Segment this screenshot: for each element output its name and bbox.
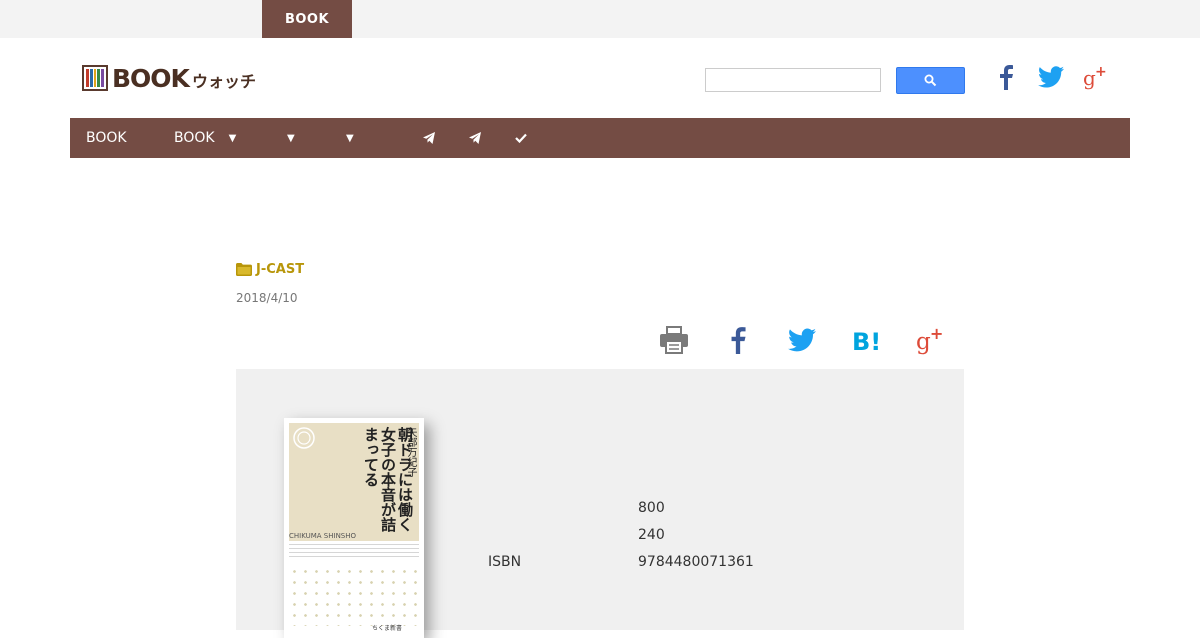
- article-date: 2018/4/10: [236, 291, 298, 305]
- cover-pattern: [289, 566, 419, 626]
- twitter-icon: [788, 328, 816, 352]
- share-print-button[interactable]: [656, 322, 692, 358]
- cover-art: 朝ドラには働く女子の本音が詰まってる: [289, 423, 419, 541]
- nav-item-dropdown-2[interactable]: ▼: [287, 118, 295, 158]
- header-google-plus-link[interactable]: g +: [1082, 62, 1110, 92]
- nav-item-telegram-1[interactable]: [423, 118, 435, 158]
- nav-item-book[interactable]: BOOK: [86, 118, 127, 158]
- svg-text:B!: B!: [852, 328, 881, 353]
- twitter-icon: [1038, 66, 1064, 88]
- google-plus-icon: g +: [916, 325, 944, 355]
- detail-pages-value: 240: [638, 527, 665, 543]
- header-twitter-link[interactable]: [1037, 62, 1065, 92]
- facebook-icon: [731, 327, 746, 354]
- dropdown-arrow-icon: ▼: [346, 132, 354, 144]
- cover-publisher: ちくま新書: [372, 625, 403, 632]
- book-cover[interactable]: 朝ドラには働く女子の本音が詰まってる 矢部万紀子 CHIKUMA SHINSHO…: [284, 418, 424, 638]
- search-button[interactable]: [896, 67, 965, 94]
- folder-icon: [236, 263, 252, 276]
- magnifier-icon: [924, 74, 937, 87]
- telegram-icon: [423, 132, 435, 144]
- nav-item-label: BOOK: [174, 130, 215, 146]
- dropdown-arrow-icon: ▼: [287, 132, 295, 144]
- publisher-emblem-icon: [293, 427, 315, 449]
- bookshelf-icon: [82, 65, 108, 91]
- google-plus-icon: g +: [1083, 64, 1107, 90]
- cover-blurb: [289, 544, 419, 560]
- detail-price-value: 800: [638, 500, 665, 516]
- main-nav: BOOK BOOK ▼ ▼ ▼: [70, 118, 1130, 158]
- logo-subtext: ウォッチ: [191, 72, 256, 91]
- top-bar: BOOK: [0, 0, 1200, 38]
- share-hatena-button[interactable]: B!: [850, 322, 884, 358]
- cover-author: 矢部万紀子: [405, 427, 416, 477]
- cover-series: CHIKUMA SHINSHO: [289, 532, 357, 540]
- search-input[interactable]: [705, 68, 881, 92]
- nav-item-telegram-2[interactable]: [469, 118, 481, 158]
- book-info-box: 朝ドラには働く女子の本音が詰まってる 矢部万紀子 CHIKUMA SHINSHO…: [236, 369, 964, 638]
- telegram-icon: [469, 132, 481, 144]
- category-label: J-CAST: [256, 262, 305, 277]
- logo-text: BOOK: [112, 63, 190, 93]
- svg-text:+: +: [930, 325, 944, 343]
- svg-text:g: g: [916, 329, 931, 355]
- nav-item-book-dropdown[interactable]: BOOK ▼: [174, 118, 236, 158]
- share-google-plus-button[interactable]: g +: [914, 322, 948, 358]
- print-icon: [660, 326, 688, 354]
- svg-text:+: +: [1095, 64, 1107, 80]
- nav-item-label: BOOK: [86, 130, 127, 146]
- detail-isbn-value: 9784480071361: [638, 554, 754, 570]
- share-facebook-button[interactable]: [724, 322, 752, 358]
- header-facebook-link[interactable]: [996, 62, 1016, 92]
- nav-item-dropdown-3[interactable]: ▼: [346, 118, 354, 158]
- checkmark-icon: [515, 133, 527, 143]
- article-category[interactable]: J-CAST: [236, 262, 304, 277]
- share-twitter-button[interactable]: [786, 322, 818, 358]
- site-logo[interactable]: BOOK ウォッチ: [82, 63, 256, 93]
- hatena-bookmark-icon: B!: [852, 328, 881, 353]
- dropdown-arrow-icon: ▼: [228, 132, 237, 144]
- nav-item-check[interactable]: [515, 118, 527, 158]
- tab-book[interactable]: BOOK: [262, 0, 352, 38]
- detail-isbn-label: ISBN: [488, 554, 522, 570]
- facebook-icon: [1000, 65, 1013, 90]
